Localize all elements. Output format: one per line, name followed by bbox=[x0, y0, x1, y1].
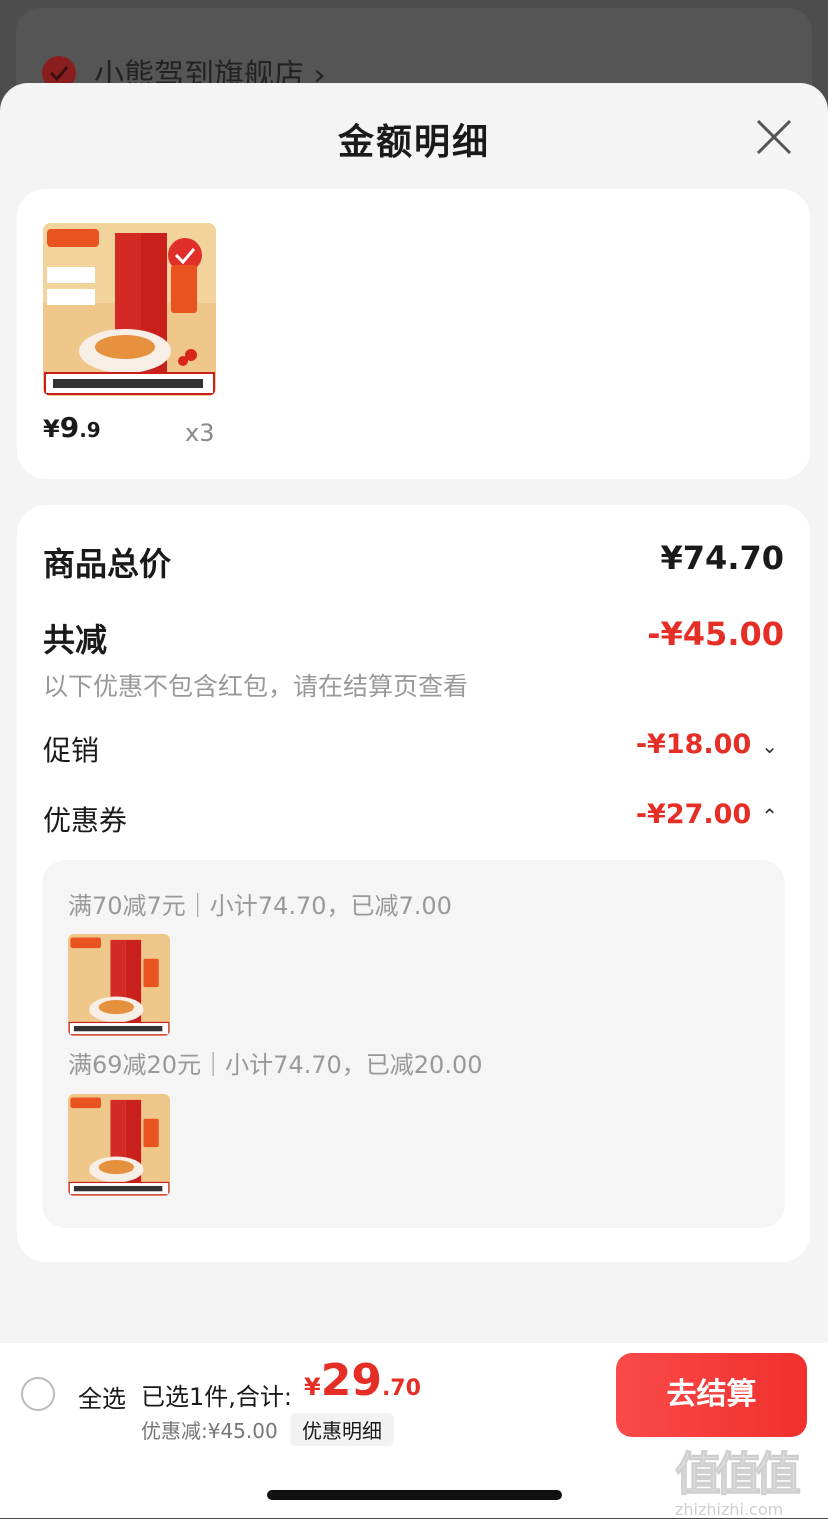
watermark-logo: 值值值 bbox=[675, 1447, 802, 1502]
select-all-label[interactable]: 全选 bbox=[78, 1379, 126, 1414]
watermark: 值值值 zhizhizhi.com bbox=[675, 1438, 825, 1519]
item-price: ¥9.9 bbox=[43, 411, 101, 444]
item-quantity: x3 bbox=[185, 419, 215, 447]
total-decimal: .70 bbox=[381, 1376, 421, 1401]
goods-total-label: 商品总价 bbox=[43, 545, 172, 583]
coupon-product-image bbox=[68, 1094, 170, 1196]
watermark-url: zhizhizhi.com bbox=[675, 1500, 784, 1519]
coupon-value: -¥27.00 bbox=[635, 799, 752, 830]
home-indicator[interactable] bbox=[267, 1490, 562, 1500]
promo-value: -¥18.00 bbox=[635, 729, 752, 760]
coupon-row-toggle[interactable]: -¥27.00 ⌃ bbox=[636, 799, 778, 830]
reduce-note: 以下优惠不包含红包，请在结算页查看 bbox=[43, 672, 469, 701]
discount-detail-button[interactable]: 优惠明细 bbox=[290, 1413, 394, 1446]
promo-label: 促销 bbox=[43, 734, 100, 767]
chevron-up-icon: ⌃ bbox=[761, 803, 778, 828]
coupon-breakdown: 满70减7元｜小计74.70，已减7.00 满69减20元｜小计74.70，已减… bbox=[42, 860, 785, 1228]
checkout-bar: 全选 已选1件,合计: ¥29.70 优惠减:¥45.00 优惠明细 去结算 值… bbox=[0, 1343, 828, 1519]
amount-detail-sheet: 金额明细 ¥9.9 x3 商品总价 ¥74.70 共减 -¥45.00 以下优惠… bbox=[0, 83, 828, 1518]
select-all-checkbox[interactable] bbox=[21, 1377, 55, 1411]
coupon-line: 满70减7元｜小计74.70，已减7.00 bbox=[68, 892, 452, 920]
selected-summary: 已选1件,合计: bbox=[141, 1383, 292, 1411]
chevron-down-icon: ⌄ bbox=[761, 733, 778, 758]
coupon-label: 优惠券 bbox=[43, 804, 128, 837]
price-symbol: ¥ bbox=[43, 415, 60, 443]
promo-row-toggle[interactable]: -¥18.00 ⌄ bbox=[636, 729, 778, 760]
close-button[interactable] bbox=[754, 117, 794, 157]
total-reduce-value: -¥45.00 bbox=[647, 615, 784, 653]
checkout-button[interactable]: 去结算 bbox=[616, 1353, 807, 1437]
discount-text: 优惠减:¥45.00 bbox=[141, 1419, 278, 1443]
total-symbol: ¥ bbox=[304, 1373, 321, 1401]
sheet-title: 金额明细 bbox=[337, 122, 490, 163]
total-price: ¥29.70 bbox=[304, 1355, 421, 1406]
coupon-product-image bbox=[68, 934, 170, 1036]
total-reduce-label: 共减 bbox=[43, 621, 108, 659]
price-integer: 9 bbox=[59, 411, 80, 444]
total-integer: 29 bbox=[320, 1355, 382, 1406]
price-detail-card: 商品总价 ¥74.70 共减 -¥45.00 以下优惠不包含红包，请在结算页查看… bbox=[17, 505, 810, 1262]
product-image[interactable] bbox=[43, 223, 216, 396]
goods-total-value: ¥74.70 bbox=[660, 539, 784, 577]
coupon-line: 满69减20元｜小计74.70，已减20.00 bbox=[68, 1051, 483, 1079]
close-icon bbox=[756, 119, 792, 155]
price-decimal: .9 bbox=[79, 418, 101, 442]
item-card: ¥9.9 x3 bbox=[17, 189, 810, 479]
